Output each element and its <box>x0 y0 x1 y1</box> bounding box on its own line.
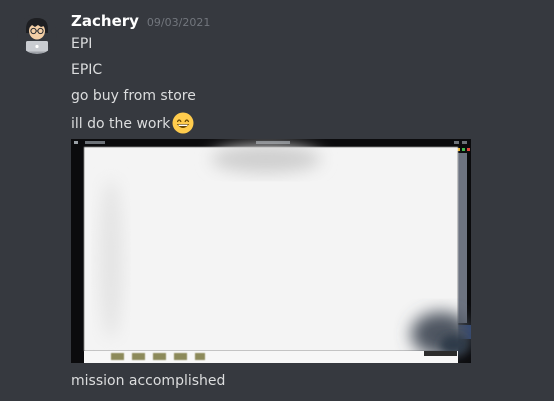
grinning-face-emoji-icon <box>172 112 194 140</box>
message-line: go buy from store <box>71 88 196 104</box>
username[interactable]: Zachery <box>71 12 139 30</box>
message-timestamp: 09/03/2021 <box>146 16 211 29</box>
message-line: EPI <box>71 36 93 52</box>
message-line-text: ill do the work <box>71 116 171 132</box>
chat-view: Zachery 09/03/2021 EPI EPIC go buy from … <box>0 0 554 401</box>
user-avatar[interactable] <box>17 14 57 54</box>
message-header: Zachery 09/03/2021 <box>71 12 210 34</box>
message-line: mission accomplished <box>71 373 226 389</box>
image-attachment[interactable] <box>71 139 471 363</box>
screenshot-image-icon <box>71 139 471 363</box>
avatar-icon <box>23 18 51 54</box>
message-line: EPIC <box>71 62 103 78</box>
message-line: ill do the work <box>71 112 194 140</box>
